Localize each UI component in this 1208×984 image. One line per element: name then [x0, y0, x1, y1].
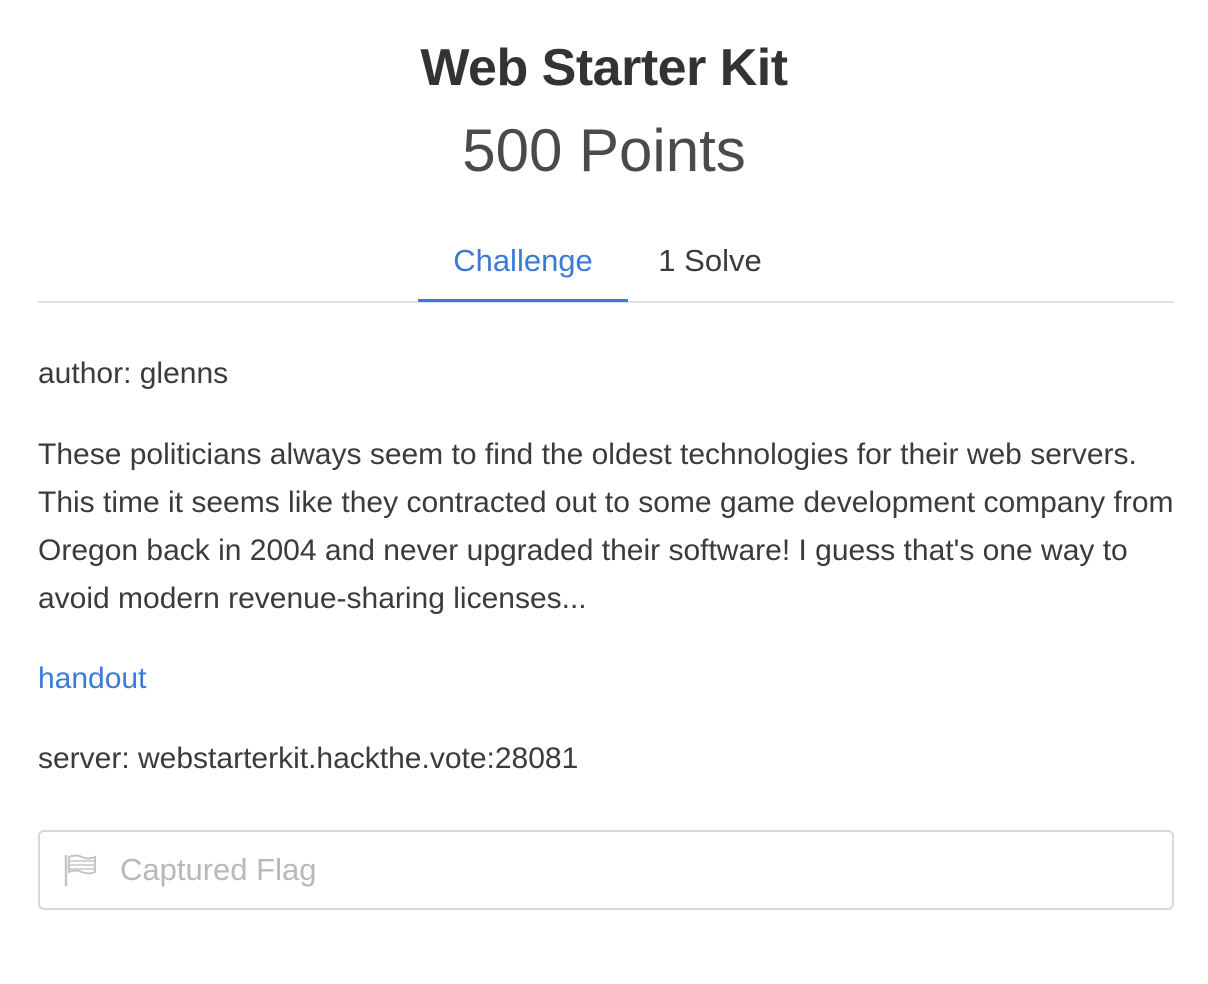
handout-link[interactable]: handout: [38, 655, 146, 703]
challenge-author: author: glenns: [38, 357, 229, 390]
flag-icon: [62, 852, 98, 888]
captured-flag-input[interactable]: [120, 840, 1150, 900]
challenge-server: server: webstarterkit.hackthe.vote:28081: [38, 742, 579, 775]
challenge-description: These politicians always seem to find th…: [38, 438, 1174, 615]
tab-solves[interactable]: 1 Solve: [642, 226, 778, 301]
tab-challenge[interactable]: Challenge: [418, 226, 628, 302]
challenge-points: 500 Points: [462, 117, 746, 184]
flag-input-group: [38, 830, 1174, 910]
challenge-title: Web Starter Kit: [420, 39, 788, 97]
tab-bar: Challenge 1 Solve: [38, 226, 1174, 303]
